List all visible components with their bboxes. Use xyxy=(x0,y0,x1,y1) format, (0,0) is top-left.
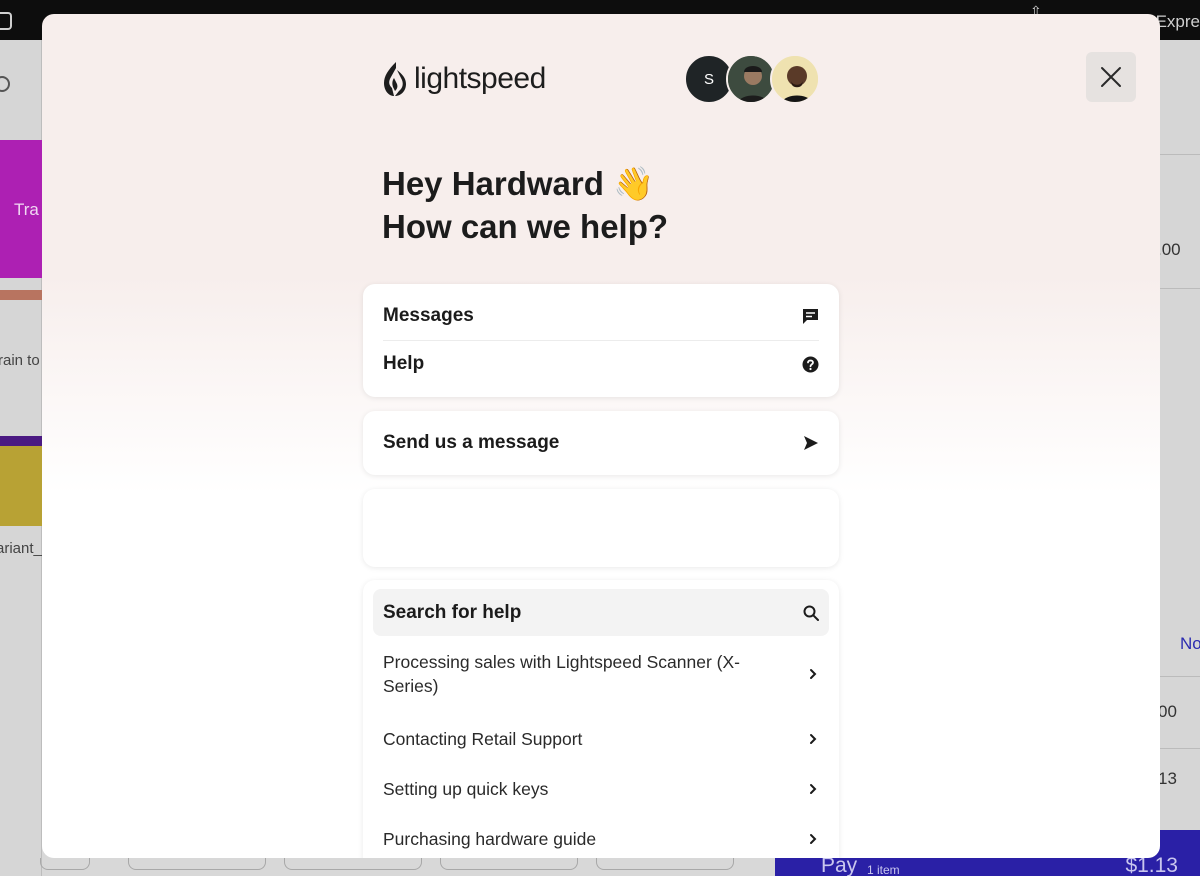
lightspeed-logo: lightspeed xyxy=(382,58,546,100)
chevron-right-icon xyxy=(810,784,817,794)
background-tab xyxy=(40,858,90,870)
background-divider xyxy=(1160,748,1200,749)
close-icon xyxy=(1101,67,1121,87)
search-icon xyxy=(803,605,819,621)
close-button[interactable] xyxy=(1086,52,1136,102)
help-article-title: Contacting Retail Support xyxy=(383,729,583,749)
help-item[interactable]: Help xyxy=(383,346,819,382)
background-link: No xyxy=(1180,634,1200,653)
background-divider xyxy=(1160,154,1200,155)
background-tab xyxy=(596,858,734,870)
background-product-image xyxy=(0,446,42,526)
avatar-initial: S xyxy=(703,70,714,88)
background-divider xyxy=(1160,676,1200,677)
chevron-right-icon xyxy=(810,734,817,744)
send-message-label: Send us a message xyxy=(383,432,560,453)
logo-wordmark: lightspeed xyxy=(414,62,546,95)
avatar xyxy=(770,54,820,104)
message-icon xyxy=(803,308,818,324)
send-arrow-icon xyxy=(804,436,818,450)
background-tab xyxy=(440,858,578,870)
search-label: Search for help xyxy=(383,601,522,623)
help-article-title: Purchasing hardware guide xyxy=(383,829,597,849)
help-article-item[interactable]: Contacting Retail Support xyxy=(383,724,819,754)
background-tab xyxy=(128,858,266,870)
help-article-item[interactable]: Purchasing hardware guide xyxy=(383,824,819,854)
messages-label: Messages xyxy=(383,305,474,326)
help-article-title: Processing sales with Lightspeed Scanner… xyxy=(383,652,740,696)
empty-content-card xyxy=(363,489,839,567)
send-message-card[interactable]: Send us a message xyxy=(363,411,839,475)
avatar xyxy=(726,54,776,104)
question-circle-icon xyxy=(802,356,819,372)
search-for-help-button[interactable]: Search for help xyxy=(373,589,829,636)
navigation-card: Messages Help xyxy=(363,284,839,397)
background-amount: .00 xyxy=(1157,240,1181,259)
help-search-card: Search for help Processing sales with Li… xyxy=(363,580,839,858)
person-photo-icon xyxy=(728,56,774,102)
help-article-item[interactable]: Setting up quick keys xyxy=(383,774,819,804)
background-divider xyxy=(1160,288,1200,289)
background-search-icon xyxy=(0,76,10,92)
background-amount: 13 xyxy=(1158,769,1177,788)
help-messenger-modal: lightspeed S Hey Hardward 👋 How can we h… xyxy=(42,14,1160,858)
background-topbar-text: Expre xyxy=(1155,12,1200,31)
background-amount: 00 xyxy=(1158,702,1177,721)
background-strip xyxy=(0,290,42,300)
background-tile-label: rain to xyxy=(0,352,40,369)
background-quick-key-tile: Tra xyxy=(0,140,42,278)
greeting-line: Hey Hardward 👋 xyxy=(382,165,655,202)
person-photo-icon xyxy=(772,56,818,102)
help-label: Help xyxy=(383,353,425,374)
greeting-line: How can we help? xyxy=(382,208,669,245)
background-window-icon xyxy=(0,12,12,30)
messages-item[interactable]: Messages xyxy=(383,298,819,334)
chevron-right-icon xyxy=(810,834,817,844)
background-tab xyxy=(284,858,422,870)
send-message-button[interactable]: Send us a message xyxy=(383,425,819,461)
background-strip xyxy=(0,436,42,446)
chevron-right-icon xyxy=(810,669,817,679)
lightspeed-flame-icon xyxy=(384,62,406,96)
greeting-heading: Hey Hardward 👋 How can we help? xyxy=(382,162,668,248)
background-right-panel: .00 No 00 13 xyxy=(1157,40,1200,876)
help-article-item[interactable]: Processing sales with Lightspeed Scanner… xyxy=(383,650,819,698)
divider xyxy=(383,340,819,341)
help-article-title: Setting up quick keys xyxy=(383,779,549,799)
background-product-label: ariant_ xyxy=(0,540,42,557)
pay-items-count: 1 item xyxy=(867,863,900,876)
background-search xyxy=(0,62,42,112)
